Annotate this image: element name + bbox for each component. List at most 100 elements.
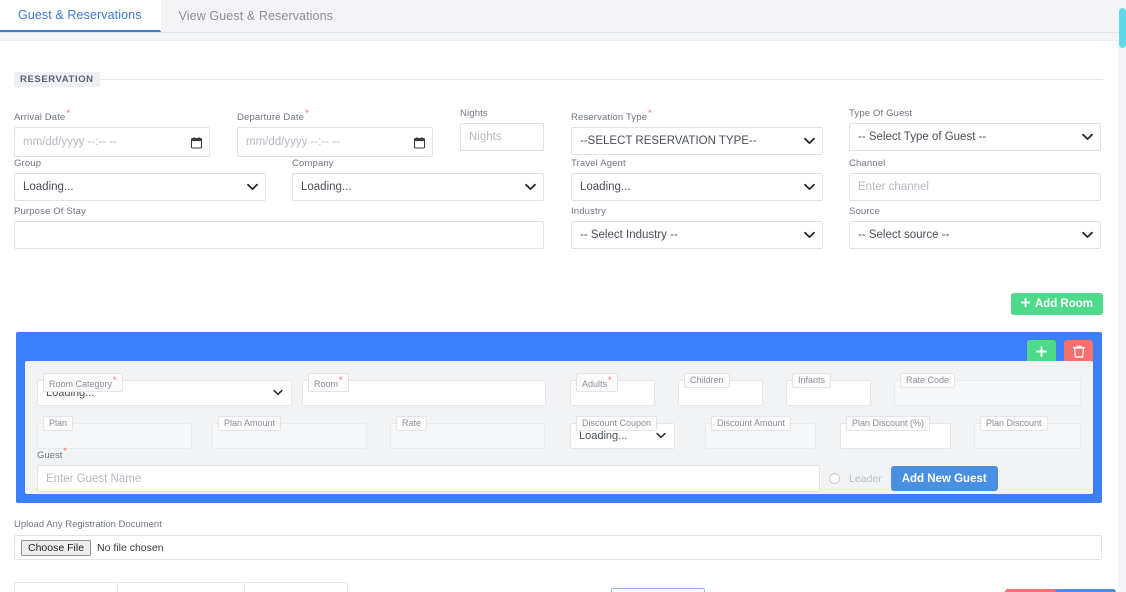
field-label: Arrival Date*: [14, 108, 71, 124]
required-mark: *: [305, 108, 309, 118]
field-label: Rate: [396, 416, 428, 431]
guest-controls: Leader Add New Guest: [37, 465, 1081, 493]
type-of-guest-select[interactable]: -- Select Type of Guest --: [849, 123, 1101, 151]
tab-view-guest-reservations[interactable]: View Guest & Reservations: [161, 0, 352, 32]
source-select[interactable]: -- Select source --: [849, 221, 1101, 249]
upload-section: Upload Any Registration Document Choose …: [14, 519, 1102, 560]
field-label: Group: [14, 158, 42, 169]
required-mark: *: [648, 108, 652, 118]
guest-row: Guest* Leader Add New Guest: [37, 446, 1081, 493]
field-label: Discount Amount: [711, 416, 792, 431]
field-label: Children: [684, 373, 730, 388]
choose-file-button[interactable]: Choose File: [21, 539, 92, 556]
section-title: RESERVATION: [14, 71, 100, 87]
guest-name-input[interactable]: [37, 465, 820, 493]
field-label: Adults*: [576, 373, 618, 392]
leader-radio[interactable]: [829, 473, 840, 485]
required-mark: *: [608, 375, 612, 385]
page-scrollbar-thumb[interactable]: [1119, 8, 1126, 48]
tab-label: Guest & Reservations: [18, 8, 142, 22]
group-select-wrap: Loading...: [14, 173, 266, 201]
tab-bar: Guest & Reservations View Guest & Reserv…: [0, 0, 1120, 33]
add-new-guest-button[interactable]: Add New Guest: [890, 466, 998, 492]
field-label: Company: [292, 158, 334, 169]
field-channel: Channel: [849, 158, 1101, 201]
field-label: Source: [849, 206, 881, 217]
required-mark: *: [339, 375, 343, 385]
field-label: Nights: [460, 108, 488, 119]
field-infants: Infants: [786, 373, 871, 406]
field-reservation-type: Reservation Type* --SELECT RESERVATION T…: [571, 108, 823, 156]
page-scrollbar-track[interactable]: [1119, 0, 1126, 592]
field-group: Group Loading...: [14, 158, 266, 201]
field-label: Plan Discount (%): [846, 416, 931, 431]
departure-date-input[interactable]: [237, 127, 433, 158]
field-label: Plan Discount: [980, 416, 1048, 431]
field-label: Purpose Of Stay: [14, 206, 86, 217]
field-room: Room*: [302, 373, 546, 406]
field-purpose-of-stay: Purpose Of Stay: [14, 206, 544, 249]
field-type-of-guest: Type Of Guest -- Select Type of Guest --: [849, 108, 1101, 151]
travel-agent-select[interactable]: Loading...: [571, 173, 823, 201]
arrival-date-input-wrap: [14, 127, 210, 158]
guest-label: Guest*: [37, 446, 67, 462]
field-label: Channel: [849, 158, 886, 169]
field-label: Reservation Type*: [571, 108, 652, 124]
required-mark: *: [63, 446, 67, 456]
add-room-button[interactable]: Add Room: [1010, 293, 1103, 315]
plus-icon: [1036, 346, 1047, 360]
field-label: Industry: [571, 206, 606, 217]
field-label: Infants: [792, 373, 832, 388]
total-rate-cell: Total Rate: 0: [15, 583, 118, 592]
total-plan-cell: Total Plan: 0: [245, 583, 346, 592]
tab-guest-reservations[interactable]: Guest & Reservations: [0, 0, 161, 32]
reservation-type-select[interactable]: --SELECT RESERVATION TYPE--: [571, 127, 823, 156]
more-details-button[interactable]: More Details: [611, 588, 706, 592]
field-industry: Industry -- Select Industry --: [571, 206, 823, 249]
group-select[interactable]: Loading...: [14, 173, 266, 201]
file-input-row[interactable]: Choose File No file chosen: [14, 535, 1102, 560]
field-label: Discount Coupon: [576, 416, 658, 431]
type-of-guest-select-wrap: -- Select Type of Guest --: [849, 123, 1101, 151]
leader-label: Leader: [849, 472, 882, 485]
section-header-reservation: RESERVATION: [14, 71, 1103, 87]
required-mark: *: [66, 108, 71, 118]
source-select-wrap: -- Select source --: [849, 221, 1101, 249]
company-select-wrap: Loading...: [292, 173, 544, 201]
field-label: Plan Amount: [218, 416, 282, 431]
channel-input[interactable]: [849, 173, 1101, 201]
field-rate-code: Rate Code: [894, 373, 1081, 406]
room-row-card: Room Category* Loading... Room* Adults*: [25, 361, 1093, 494]
total-discount-cell: Total Discount: 0: [118, 583, 246, 592]
nights-input[interactable]: [460, 123, 544, 151]
field-source: Source -- Select source --: [849, 206, 1101, 249]
tab-label: View Guest & Reservations: [178, 9, 334, 23]
trash-icon: [1072, 345, 1085, 361]
arrival-date-input[interactable]: [14, 127, 210, 158]
upload-label: Upload Any Registration Document: [14, 519, 162, 530]
company-select[interactable]: Loading...: [292, 173, 544, 201]
field-departure-date: Departure Date*: [237, 108, 433, 158]
field-label: Room Category*: [43, 373, 123, 392]
departure-date-input-wrap: [237, 127, 433, 158]
field-label: Room*: [308, 373, 349, 392]
totals-bar: Total Rate: 0 Total Discount: 0 Total Pl…: [14, 582, 348, 592]
purpose-of-stay-input[interactable]: [14, 221, 544, 249]
field-label: Plan: [43, 416, 74, 431]
travel-agent-select-wrap: Loading...: [571, 173, 823, 201]
industry-select[interactable]: -- Select Industry --: [571, 221, 823, 249]
industry-select-wrap: -- Select Industry --: [571, 221, 823, 249]
field-label: Rate Code: [900, 373, 956, 388]
field-adults: Adults*: [570, 373, 655, 406]
add-new-guest-label: Add New Guest: [901, 472, 987, 485]
reservation-form-card: RESERVATION Arrival Date* Departure Date…: [0, 40, 1118, 592]
field-label: Departure Date*: [237, 108, 309, 124]
field-room-category: Room Category* Loading...: [37, 373, 292, 406]
field-arrival-date: Arrival Date*: [14, 108, 210, 158]
room-panel: Room Category* Loading... Room* Adults*: [16, 332, 1102, 503]
field-travel-agent: Travel Agent Loading...: [571, 158, 823, 201]
required-mark: *: [113, 375, 117, 385]
add-room-label: Add Room: [1034, 298, 1093, 310]
field-nights: Nights: [460, 108, 544, 151]
plus-icon: [1020, 297, 1031, 310]
